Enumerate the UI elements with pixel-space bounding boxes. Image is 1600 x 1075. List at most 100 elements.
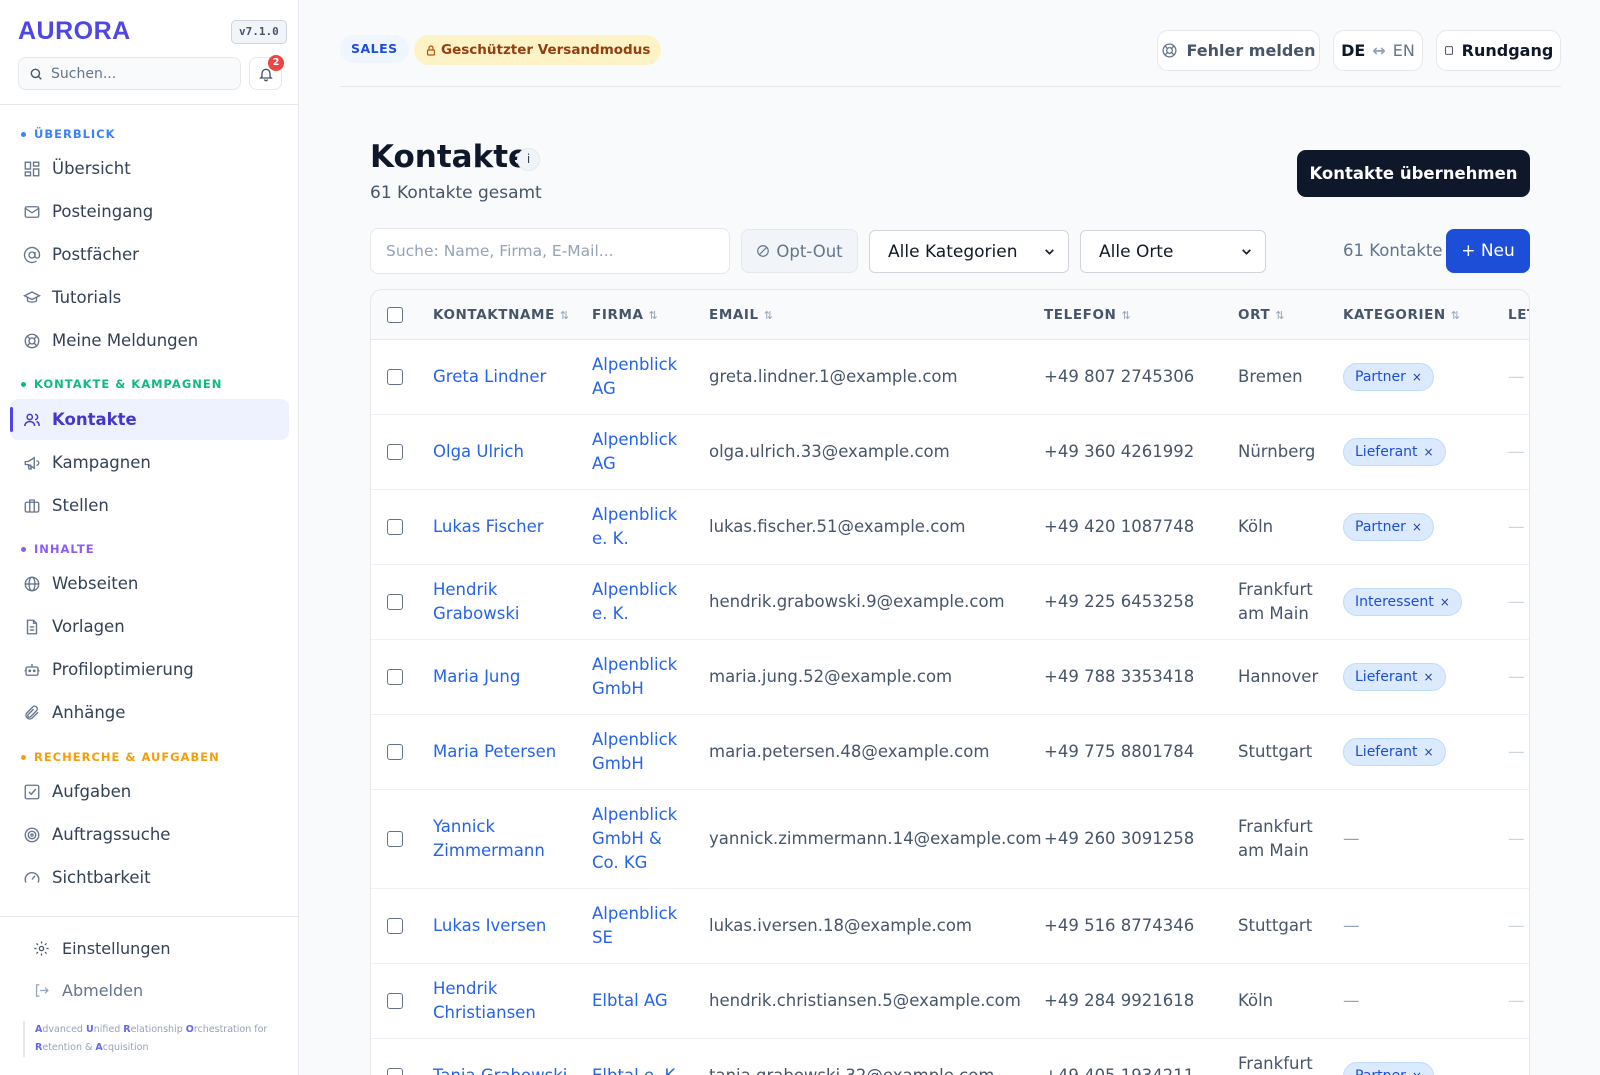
remove-chip-icon[interactable]: × <box>1424 440 1434 464</box>
contact-name-link[interactable]: Lukas Fischer <box>433 490 573 564</box>
column-header-categories[interactable]: KATEGORIEN ⇅ <box>1343 290 1461 340</box>
optout-filter-button[interactable]: Opt-Out <box>741 229 858 273</box>
sidebar-item-stellen[interactable]: Stellen <box>10 485 289 526</box>
sidebar-item-meldungen[interactable]: Meine Meldungen <box>10 320 289 361</box>
sidebar-search-input[interactable] <box>51 65 221 82</box>
company-link[interactable]: Alpenblick SE <box>592 889 692 963</box>
tour-button[interactable]: Rundgang <box>1436 30 1561 71</box>
sidebar-item-anhaenge[interactable]: Anhänge <box>10 692 289 733</box>
column-header-email[interactable]: EMAIL ⇅ <box>709 290 774 340</box>
category-chip[interactable]: Partner × <box>1343 1062 1434 1075</box>
category-select[interactable]: Alle Kategorien <box>869 230 1069 273</box>
remove-chip-icon[interactable]: × <box>1412 515 1422 539</box>
city-select[interactable]: Alle Orte <box>1080 230 1266 273</box>
import-contacts-button[interactable]: Kontakte übernehmen <box>1297 150 1530 197</box>
contact-name-link[interactable]: Maria Petersen <box>433 715 573 789</box>
table-row[interactable]: Greta Lindner Alpenblick AG greta.lindne… <box>371 340 1529 415</box>
row-checkbox[interactable] <box>387 669 403 685</box>
table-row[interactable]: Hendrik Grabowski Alpenblick e. K. hendr… <box>371 565 1529 640</box>
row-checkbox[interactable] <box>387 594 403 610</box>
row-checkbox[interactable] <box>387 369 403 385</box>
sort-icon: ⇅ <box>1275 308 1286 322</box>
contact-name-link[interactable]: Hendrik Christiansen <box>433 964 573 1038</box>
category-chip[interactable]: Partner × <box>1343 513 1434 541</box>
contact-search-input[interactable] <box>370 228 730 274</box>
contact-name-link[interactable]: Lukas Iversen <box>433 889 573 963</box>
remove-chip-icon[interactable]: × <box>1412 365 1422 389</box>
company-link[interactable]: Alpenblick GmbH <box>592 640 692 714</box>
sidebar-item-label: Übersicht <box>52 159 131 178</box>
table-row[interactable]: Maria Petersen Alpenblick GmbH maria.pet… <box>371 715 1529 790</box>
row-checkbox[interactable] <box>387 519 403 535</box>
city-cell: Frankfurt am Main <box>1238 580 1313 623</box>
table-row[interactable]: Maria Jung Alpenblick GmbH maria.jung.52… <box>371 640 1529 715</box>
settings-link[interactable]: Einstellungen <box>33 933 170 963</box>
row-checkbox-cell <box>387 1039 403 1075</box>
table-row[interactable]: Hendrik Christiansen Elbtal AG hendrik.c… <box>371 964 1529 1039</box>
contact-name-link[interactable]: Olga Ulrich <box>433 415 573 489</box>
remove-chip-icon[interactable]: × <box>1440 590 1450 614</box>
table-row[interactable]: Olga Ulrich Alpenblick AG olga.ulrich.33… <box>371 415 1529 490</box>
category-chip[interactable]: Interessent × <box>1343 588 1462 616</box>
category-chip[interactable]: Partner × <box>1343 363 1434 391</box>
sidebar-item-vorlagen[interactable]: Vorlagen <box>10 606 289 647</box>
sidebar-item-postfaecher[interactable]: Postfächer <box>10 234 289 275</box>
sidebar-item-posteingang[interactable]: Posteingang <box>10 191 289 232</box>
sidebar-item-auftragssuche[interactable]: Auftragssuche <box>10 814 289 855</box>
notifications-button[interactable]: 2 <box>249 55 284 90</box>
row-checkbox[interactable] <box>387 993 403 1009</box>
sidebar-item-kampagnen[interactable]: Kampagnen <box>10 442 289 483</box>
contact-name-link[interactable]: Maria Jung <box>433 640 573 714</box>
contact-name-link[interactable]: Tanja Grabowski <box>433 1039 573 1075</box>
info-icon[interactable]: i <box>517 148 540 171</box>
company-link[interactable]: Elbtal e. K. <box>592 1039 692 1075</box>
new-contact-button[interactable]: + Neu <box>1446 229 1530 273</box>
sidebar-search[interactable] <box>18 57 241 90</box>
table-row[interactable]: Yannick Zimmermann Alpenblick GmbH & Co.… <box>371 790 1529 889</box>
category-chip[interactable]: Lieferant × <box>1343 663 1446 691</box>
app-logo[interactable]: AURORA <box>18 17 131 46</box>
column-header-name[interactable]: KONTAKTNAME ⇅ <box>433 290 570 340</box>
sidebar-item-uebersicht[interactable]: Übersicht <box>10 148 289 189</box>
column-header-phone[interactable]: TELEFON ⇅ <box>1044 290 1131 340</box>
company-link[interactable]: Alpenblick e. K. <box>592 490 692 564</box>
remove-chip-icon[interactable]: × <box>1424 740 1434 764</box>
contact-name-link[interactable]: Hendrik Grabowski <box>433 565 573 639</box>
sidebar-item-webseiten[interactable]: Webseiten <box>10 563 289 604</box>
row-checkbox[interactable] <box>387 1068 403 1075</box>
company-link[interactable]: Alpenblick GmbH & Co. KG <box>592 790 692 888</box>
category-chip[interactable]: Lieferant × <box>1343 438 1446 466</box>
select-all-checkbox[interactable] <box>387 307 403 323</box>
phone-cell: +49 788 3353418 <box>1044 667 1195 686</box>
logout-link[interactable]: Abmelden <box>33 975 143 1005</box>
company-link[interactable]: Alpenblick AG <box>592 340 692 414</box>
sidebar-item-profiloptimierung[interactable]: Profiloptimierung <box>10 649 289 690</box>
sidebar-item-aufgaben[interactable]: Aufgaben <box>10 771 289 812</box>
company-link[interactable]: Alpenblick e. K. <box>592 565 692 639</box>
row-checkbox[interactable] <box>387 831 403 847</box>
table-row[interactable]: Lukas Iversen Alpenblick SE lukas.iverse… <box>371 889 1529 964</box>
company-link[interactable]: Elbtal AG <box>592 964 692 1038</box>
company-link[interactable]: Alpenblick AG <box>592 415 692 489</box>
row-checkbox-cell <box>387 640 403 714</box>
category-chip[interactable]: Lieferant × <box>1343 738 1446 766</box>
column-header-last[interactable]: LET <box>1508 290 1529 340</box>
remove-chip-icon[interactable]: × <box>1412 1064 1422 1075</box>
column-header-city[interactable]: ORT ⇅ <box>1238 290 1285 340</box>
row-checkbox[interactable] <box>387 744 403 760</box>
company-link[interactable]: Alpenblick GmbH <box>592 715 692 789</box>
report-bug-button[interactable]: Fehler melden <box>1157 30 1320 71</box>
column-header-company[interactable]: FIRMA ⇅ <box>592 290 658 340</box>
sidebar-item-tutorials[interactable]: Tutorials <box>10 277 289 318</box>
row-checkbox[interactable] <box>387 444 403 460</box>
remove-chip-icon[interactable]: × <box>1424 665 1434 689</box>
row-checkbox-cell <box>387 565 403 639</box>
contact-name-link[interactable]: Yannick Zimmermann <box>433 790 573 888</box>
contact-name-link[interactable]: Greta Lindner <box>433 340 573 414</box>
row-checkbox[interactable] <box>387 918 403 934</box>
mail-icon <box>24 205 40 218</box>
table-row[interactable]: Tanja Grabowski Elbtal e. K. tanja.grabo… <box>371 1039 1529 1075</box>
table-row[interactable]: Lukas Fischer Alpenblick e. K. lukas.fis… <box>371 490 1529 565</box>
sidebar-item-kontakte[interactable]: Kontakte <box>10 399 289 440</box>
language-toggle[interactable]: DE ↔ EN <box>1333 30 1423 71</box>
